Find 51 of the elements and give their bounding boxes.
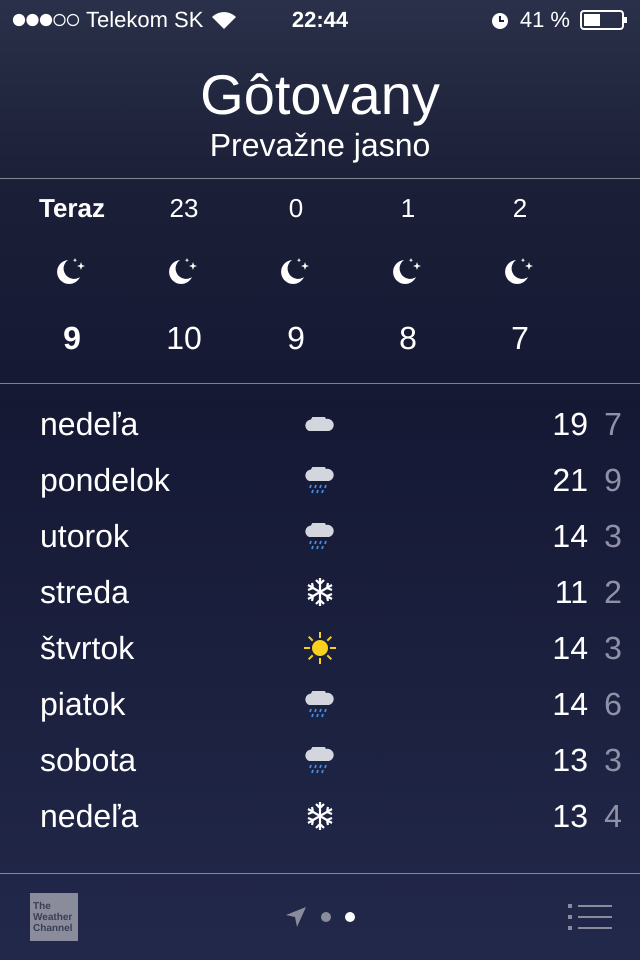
high-temperature: 11	[554, 574, 588, 610]
hour-label: 2	[512, 193, 528, 224]
battery-icon	[580, 10, 628, 30]
weather-condition: Prevažne jasno	[210, 127, 430, 164]
low-temperature: 3	[604, 630, 622, 666]
low-temperature: 6	[604, 686, 622, 722]
low-temperature: 4	[604, 798, 622, 834]
high-temperature: 14	[552, 518, 588, 554]
hour-temperature: 8	[399, 320, 417, 357]
high-temperature: 21	[552, 462, 588, 498]
low-temperature: 3	[604, 518, 622, 554]
low-temperature: 2	[604, 574, 622, 610]
hour-label: Teraz	[39, 193, 105, 224]
hour-label: 0	[288, 193, 304, 224]
list-icon[interactable]	[568, 904, 612, 930]
high-temperature: 13	[552, 742, 588, 778]
hour-temperature: 10	[166, 320, 202, 357]
day-name: sobota	[40, 742, 138, 778]
low-temperature: 9	[604, 462, 622, 498]
day-name: streda	[40, 574, 130, 610]
city-name: Gôtovany	[200, 62, 440, 127]
location-arrow-icon[interactable]	[285, 906, 307, 928]
day-name: nedeľa	[40, 406, 140, 442]
hour-temperature: 9	[287, 320, 305, 357]
weather-channel-logo[interactable]: The Weather Channel	[30, 893, 78, 941]
clock-time: 22:44	[292, 7, 348, 32]
hour-temperature: 7	[511, 320, 529, 357]
signal-strength-icon	[12, 13, 80, 27]
high-temperature: 19	[552, 406, 588, 442]
high-temperature: 14	[552, 630, 588, 666]
alarm-clock-icon	[490, 10, 510, 30]
wifi-icon	[211, 10, 238, 30]
high-temperature: 13	[552, 798, 588, 834]
snowflake-icon	[305, 576, 335, 608]
page-dot[interactable]	[321, 912, 331, 922]
day-name: piatok	[40, 686, 126, 722]
day-name: nedeľa	[40, 798, 140, 834]
battery-percentage: 41 %	[520, 7, 570, 33]
day-name: pondelok	[40, 462, 171, 498]
low-temperature: 3	[604, 742, 622, 778]
sun-icon	[302, 630, 338, 666]
hour-temperature: 9	[63, 320, 81, 357]
carrier-name: Telekom SK	[86, 7, 204, 33]
low-temperature: 7	[604, 406, 622, 442]
day-name: štvrtok	[40, 630, 136, 666]
hour-label: 1	[400, 193, 416, 224]
snowflake-icon	[305, 800, 335, 832]
high-temperature: 14	[552, 686, 588, 722]
page-dot[interactable]	[345, 912, 355, 922]
day-name: utorok	[40, 518, 130, 554]
hour-label: 23	[170, 193, 198, 224]
